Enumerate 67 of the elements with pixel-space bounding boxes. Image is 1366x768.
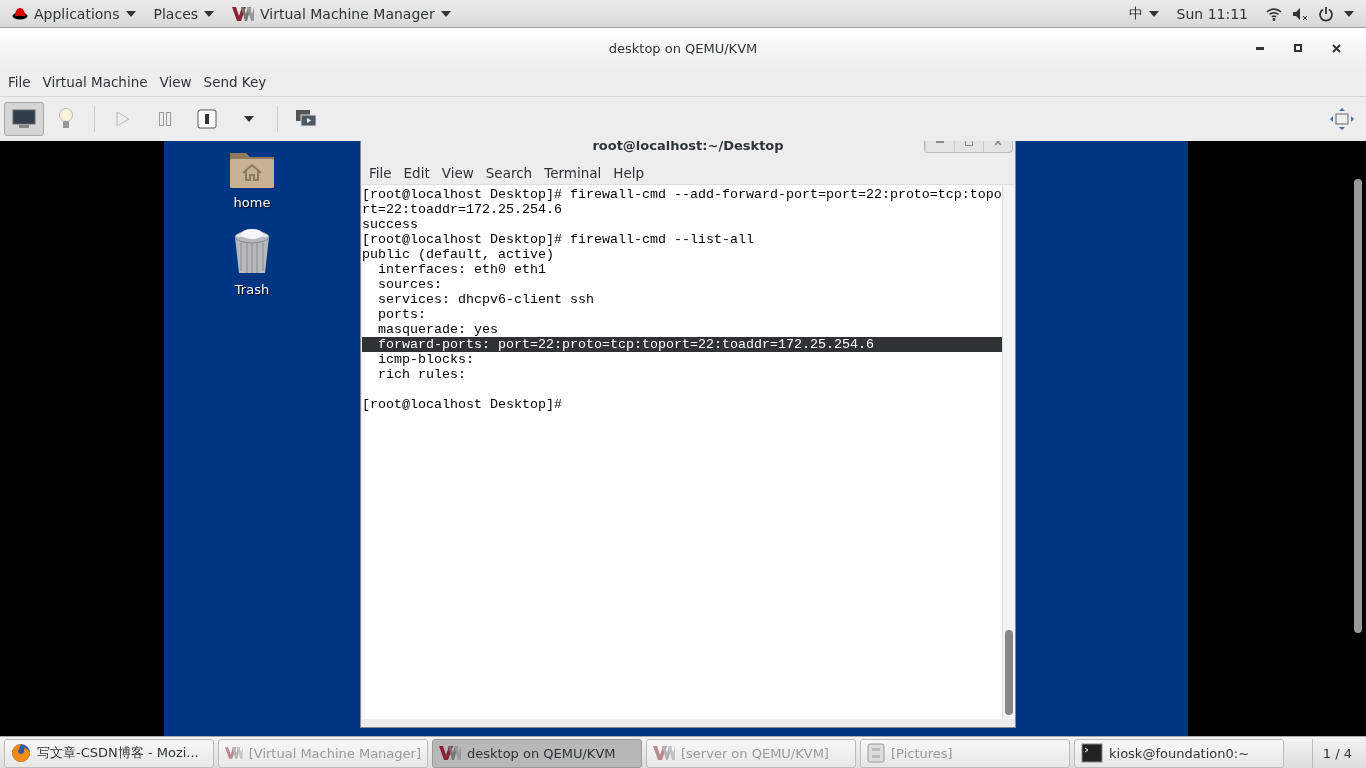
terminal-line: ports: [377,307,427,322]
resize-arrows-icon [1330,108,1354,130]
window-title: desktop on QEMU/KVM [608,40,758,56]
places-menu[interactable]: Places [147,5,221,22]
terminal-line: rich rules: [377,367,467,382]
workspace-indicator[interactable]: 1 / 4 [1311,738,1362,768]
wifi-icon[interactable] [1266,6,1282,21]
terminal-line: sources: [377,277,443,292]
lightbulb-icon [58,108,74,130]
taskbar-item[interactable]: desktop on QEMU/KVM [432,738,642,768]
console-button[interactable] [4,102,44,136]
file-cabinet-icon [867,743,885,763]
terminal-icon [1081,743,1103,763]
applications-menu[interactable]: Applications [6,5,142,22]
volume-muted-icon[interactable] [1292,6,1308,21]
menu-item[interactable]: View [153,74,198,90]
maximize-icon [1294,44,1302,52]
taskbar-item[interactable]: 写文章-CSDN博客 - Mozi... [4,738,214,768]
scrollbar-thumb[interactable] [1354,179,1362,633]
vm-logo-icon [439,746,461,760]
terminal-line: forward-ports: port=22:proto=tcp:toport=22:toaddr=172.25.254.6 [377,337,874,352]
caret-icon [1344,10,1354,17]
terminal-line: rt=22:toaddr=172.25.254.6 [362,202,562,217]
screens-icon [295,109,317,129]
caret-icon [204,10,215,17]
terminal-line: services: dhcpv6-client ssh [377,292,594,307]
monitor-icon [12,109,36,129]
app-menu[interactable]: Virtual Machine Manager [226,5,457,22]
minimize-icon [1256,46,1264,50]
play-icon [116,111,130,127]
menu-item[interactable]: Edit [397,165,436,181]
taskbar-item[interactable]: kiosk@foundation0:~ [1074,738,1284,768]
scrollbar-thumb[interactable] [1005,630,1013,715]
power-icon[interactable] [1318,5,1334,22]
terminal-line: [root@localhost Desktop]# firewall-cmd --list-all [362,232,754,247]
vm-logo-icon [232,6,255,21]
pause-icon [159,112,171,126]
trash-icon [232,228,272,276]
caret-icon [440,10,451,17]
clock[interactable]: Sun 11:11 [1170,5,1254,22]
menu-item[interactable]: Search [479,165,539,181]
desktop-icon-label[interactable]: home [233,195,271,210]
switch-icon [197,109,217,129]
vm-logo-icon [225,746,243,760]
caret-icon [125,10,136,17]
maximize-icon [965,141,973,146]
menu-item[interactable]: File [363,165,398,181]
menu-item[interactable]: Virtual Machine [36,74,154,90]
menu-item[interactable]: Send Key [197,74,273,90]
menu-item[interactable]: File [2,74,37,90]
hat-logo-icon [12,6,28,21]
caret-icon [244,116,254,122]
terminal-line: masquerade: yes [377,322,498,337]
terminal-line: success [362,217,418,232]
terminal-line: public (default, active) [362,247,554,262]
input-method-menu[interactable]: 中 [1122,4,1165,23]
terminal-line: icmp-blocks: [377,352,475,367]
menu-item[interactable]: View [435,165,480,181]
terminal-line: interfaces: eth0 eth1 [377,262,546,277]
caret-icon [1148,10,1159,17]
menu-item[interactable]: Terminal [538,165,608,181]
firefox-icon [11,743,31,763]
vm-logo-icon [653,746,675,760]
terminal-line: [root@localhost Desktop]# firewall-cmd --add-forward-port=port=22:proto=tcp:topo [362,187,1002,202]
desktop-icon-label[interactable]: Trash [234,282,270,297]
terminal-line: [root@localhost Desktop]# [362,397,563,412]
menu-item[interactable]: Help [607,165,651,181]
